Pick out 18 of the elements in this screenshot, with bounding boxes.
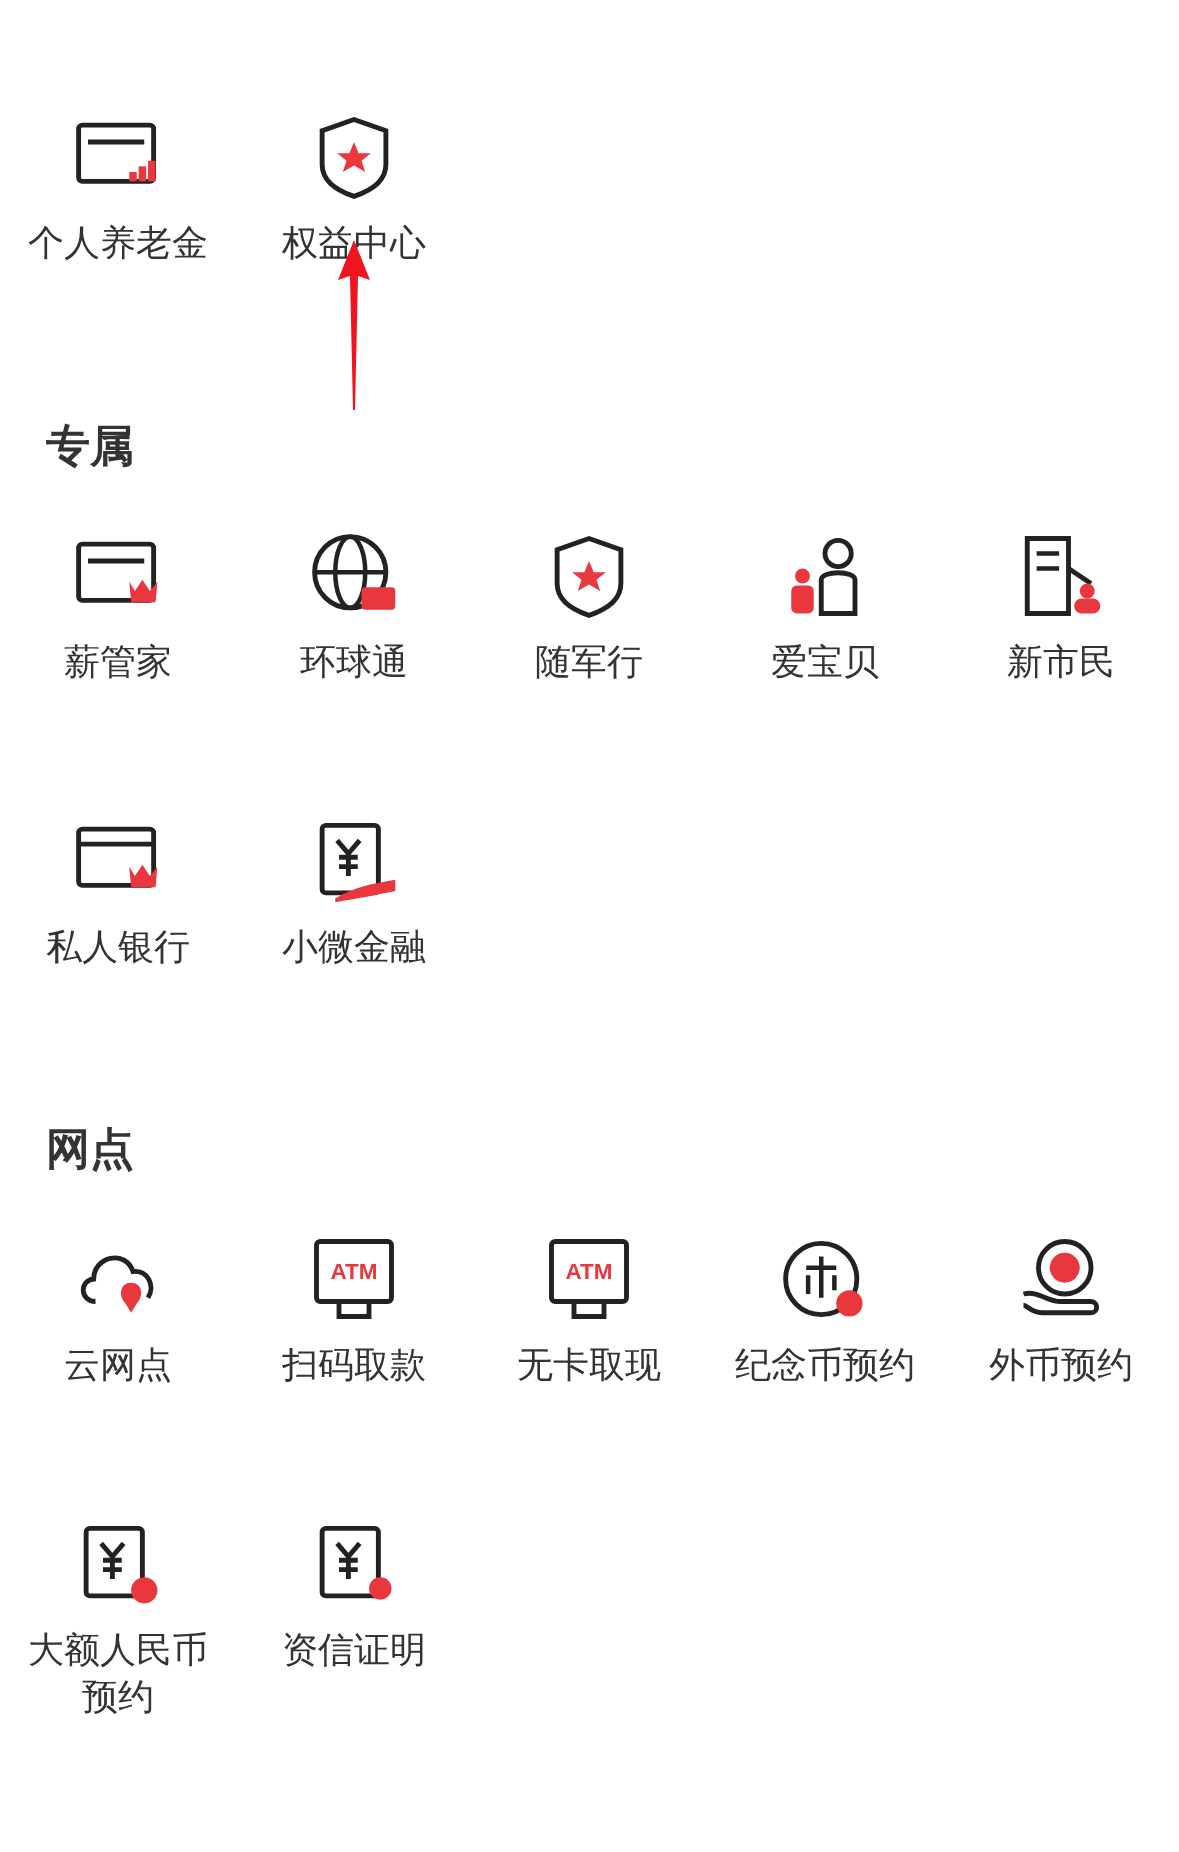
item-label[interactable]: 随军行 <box>489 638 690 686</box>
item-label[interactable]: 外币预约 <box>961 1342 1162 1390</box>
item-label[interactable]: 爱宝贝 <box>725 638 926 686</box>
item-label[interactable]: 资信证明 <box>253 1627 454 1674</box>
item-label[interactable]: 小微金融 <box>253 923 454 971</box>
section-title: 专属 <box>45 418 135 473</box>
item-label[interactable]: 新市民 <box>961 638 1162 686</box>
item-label[interactable]: 权益中心 <box>253 220 454 267</box>
item-label[interactable]: 扫码取款 <box>253 1342 454 1390</box>
item-label[interactable]: 云网点 <box>17 1342 218 1390</box>
section-title: 网点 <box>45 1122 135 1177</box>
item-label[interactable]: 个人养老金 <box>17 220 218 267</box>
item-label[interactable]: 环球通 <box>253 638 454 686</box>
item-label[interactable]: 薪管家 <box>17 638 218 686</box>
item-label[interactable]: 私人银行 <box>17 923 218 971</box>
item-label[interactable]: 大额人民币预约 <box>17 1627 218 1721</box>
item-label[interactable]: 无卡取现 <box>489 1342 690 1390</box>
item-label[interactable]: 纪念币预约 <box>725 1342 926 1390</box>
